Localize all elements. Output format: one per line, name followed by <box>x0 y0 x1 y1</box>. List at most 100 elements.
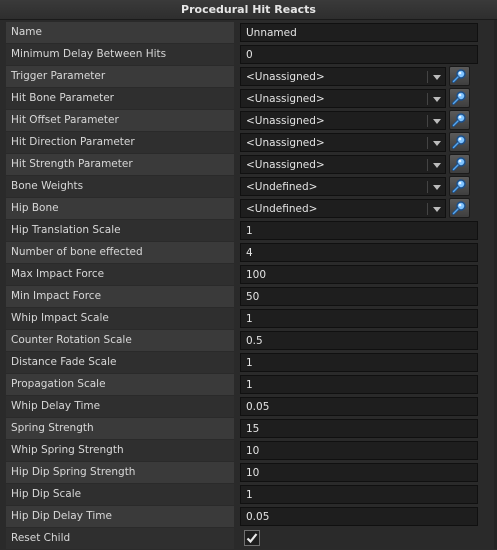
property-row-hip-dip-delay-time: Hip Dip Delay Time 0.05 <box>6 506 495 528</box>
bone-weights-dropdown[interactable]: <Undefined> <box>240 177 446 196</box>
dropdown-value: <Undefined> <box>246 203 318 215</box>
property-label: Hit Direction Parameter <box>6 132 234 153</box>
chevron-down-icon <box>433 97 441 102</box>
dropdown-divider <box>427 115 428 127</box>
property-row-reset-child: Reset Child <box>6 528 495 550</box>
dropdown-divider <box>427 137 428 149</box>
property-grid: Name Unnamed Minimum Delay Between Hits 0 Tr… <box>6 22 495 550</box>
magnifier-picker-icon[interactable] <box>449 198 470 218</box>
trigger-parameter-dropdown[interactable]: <Unassigned> <box>240 67 446 86</box>
max-impact-force-field[interactable]: 100 <box>240 265 478 284</box>
magnifier-picker-icon[interactable] <box>449 132 470 152</box>
hip-bone-dropdown[interactable]: <Undefined> <box>240 199 446 218</box>
property-row-hit-offset-parameter: Hit Offset Parameter <Unassigned> <box>6 110 495 132</box>
chevron-down-icon <box>433 185 441 190</box>
dropdown-value: <Unassigned> <box>246 115 325 127</box>
dropdown-value: <Unassigned> <box>246 137 325 149</box>
property-label: Distance Fade Scale <box>6 352 234 373</box>
dropdown-divider <box>427 93 428 105</box>
property-label: Hip Dip Spring Strength <box>6 462 234 483</box>
counter-rotation-scale-field[interactable]: 0.5 <box>240 331 478 350</box>
property-label: Whip Impact Scale <box>6 308 234 329</box>
property-row-spring-strength: Spring Strength 15 <box>6 418 495 440</box>
chevron-down-icon <box>433 119 441 124</box>
property-label: Hit Offset Parameter <box>6 110 234 131</box>
property-row-bone-weights: Bone Weights <Undefined> <box>6 176 495 198</box>
property-row-hip-translation-scale: Hip Translation Scale 1 <box>6 220 495 242</box>
magnifier-picker-icon[interactable] <box>449 176 470 196</box>
property-row-number-of-bone-effected: Number of bone effected 4 <box>6 242 495 264</box>
number-of-bone-effected-field[interactable]: 4 <box>240 243 478 262</box>
property-row-hit-bone-parameter: Hit Bone Parameter <Unassigned> <box>6 88 495 110</box>
property-row-trigger-parameter: Trigger Parameter <Unassigned> <box>6 66 495 88</box>
magnifier-picker-icon[interactable] <box>449 66 470 86</box>
dropdown-divider <box>427 181 428 193</box>
property-row-hip-dip-scale: Hip Dip Scale 1 <box>6 484 495 506</box>
property-label: Counter Rotation Scale <box>6 330 234 351</box>
property-row-minimum-delay-between-hits: Minimum Delay Between Hits 0 <box>6 44 495 66</box>
property-row-counter-rotation-scale: Counter Rotation Scale 0.5 <box>6 330 495 352</box>
dropdown-divider <box>427 203 428 215</box>
chevron-down-icon <box>433 141 441 146</box>
reset-child-checkbox[interactable] <box>244 530 260 546</box>
property-row-hit-strength-parameter: Hit Strength Parameter <Unassigned> <box>6 154 495 176</box>
procedural-hit-reacts-panel: Procedural Hit Reacts Name Unnamed Minimum… <box>0 0 497 549</box>
property-label: Max Impact Force <box>6 264 234 285</box>
distance-fade-scale-field[interactable]: 1 <box>240 353 478 372</box>
property-label: Min Impact Force <box>6 286 234 307</box>
dropdown-value: <Unassigned> <box>246 159 325 171</box>
property-row-propagation-scale: Propagation Scale 1 <box>6 374 495 396</box>
whip-delay-time-field[interactable]: 0.05 <box>240 397 478 416</box>
property-label: Hip Bone <box>6 198 234 219</box>
hit-strength-parameter-dropdown[interactable]: <Unassigned> <box>240 155 446 174</box>
chevron-down-icon <box>433 75 441 80</box>
property-row-whip-impact-scale: Whip Impact Scale 1 <box>6 308 495 330</box>
hip-dip-delay-time-field[interactable]: 0.05 <box>240 507 478 526</box>
hit-bone-parameter-dropdown[interactable]: <Unassigned> <box>240 89 446 108</box>
property-row-whip-delay-time: Whip Delay Time 0.05 <box>6 396 495 418</box>
name-field[interactable]: Unnamed <box>240 23 478 42</box>
hip-translation-scale-field[interactable]: 1 <box>240 221 478 240</box>
property-row-hip-dip-spring-strength: Hip Dip Spring Strength 10 <box>6 462 495 484</box>
property-label: Minimum Delay Between Hits <box>6 44 234 65</box>
whip-spring-strength-field[interactable]: 10 <box>240 441 478 460</box>
dropdown-divider <box>427 159 428 171</box>
property-label: Hit Strength Parameter <box>6 154 234 175</box>
whip-impact-scale-field[interactable]: 1 <box>240 309 478 328</box>
magnifier-picker-icon[interactable] <box>449 154 470 174</box>
chevron-down-icon <box>433 207 441 212</box>
hit-offset-parameter-dropdown[interactable]: <Unassigned> <box>240 111 446 130</box>
property-label: Name <box>6 22 234 43</box>
chevron-down-icon <box>433 163 441 168</box>
minimum-delay-between-hits-field[interactable]: 0 <box>240 45 478 64</box>
spring-strength-field[interactable]: 15 <box>240 419 478 438</box>
property-label: Number of bone effected <box>6 242 234 263</box>
property-label: Hip Translation Scale <box>6 220 234 241</box>
property-label: Bone Weights <box>6 176 234 197</box>
hip-dip-spring-strength-field[interactable]: 10 <box>240 463 478 482</box>
property-label: Hit Bone Parameter <box>6 88 234 109</box>
property-row-name: Name Unnamed <box>6 22 495 44</box>
property-row-distance-fade-scale: Distance Fade Scale 1 <box>6 352 495 374</box>
hit-direction-parameter-dropdown[interactable]: <Unassigned> <box>240 133 446 152</box>
panel-title: Procedural Hit Reacts <box>0 0 497 20</box>
property-row-hip-bone: Hip Bone <Undefined> <box>6 198 495 220</box>
property-label: Whip Spring Strength <box>6 440 234 461</box>
hip-dip-scale-field[interactable]: 1 <box>240 485 478 504</box>
property-label: Whip Delay Time <box>6 396 234 417</box>
property-row-min-impact-force: Min Impact Force 50 <box>6 286 495 308</box>
property-row-hit-direction-parameter: Hit Direction Parameter <Unassigned> <box>6 132 495 154</box>
property-row-max-impact-force: Max Impact Force 100 <box>6 264 495 286</box>
property-label: Propagation Scale <box>6 374 234 395</box>
magnifier-picker-icon[interactable] <box>449 88 470 108</box>
property-row-whip-spring-strength: Whip Spring Strength 10 <box>6 440 495 462</box>
magnifier-picker-icon[interactable] <box>449 110 470 130</box>
propagation-scale-field[interactable]: 1 <box>240 375 478 394</box>
min-impact-force-field[interactable]: 50 <box>240 287 478 306</box>
property-label: Hip Dip Delay Time <box>6 506 234 527</box>
dropdown-divider <box>427 71 428 83</box>
dropdown-value: <Undefined> <box>246 181 318 193</box>
property-label: Trigger Parameter <box>6 66 234 87</box>
property-label: Spring Strength <box>6 418 234 439</box>
dropdown-value: <Unassigned> <box>246 71 325 83</box>
